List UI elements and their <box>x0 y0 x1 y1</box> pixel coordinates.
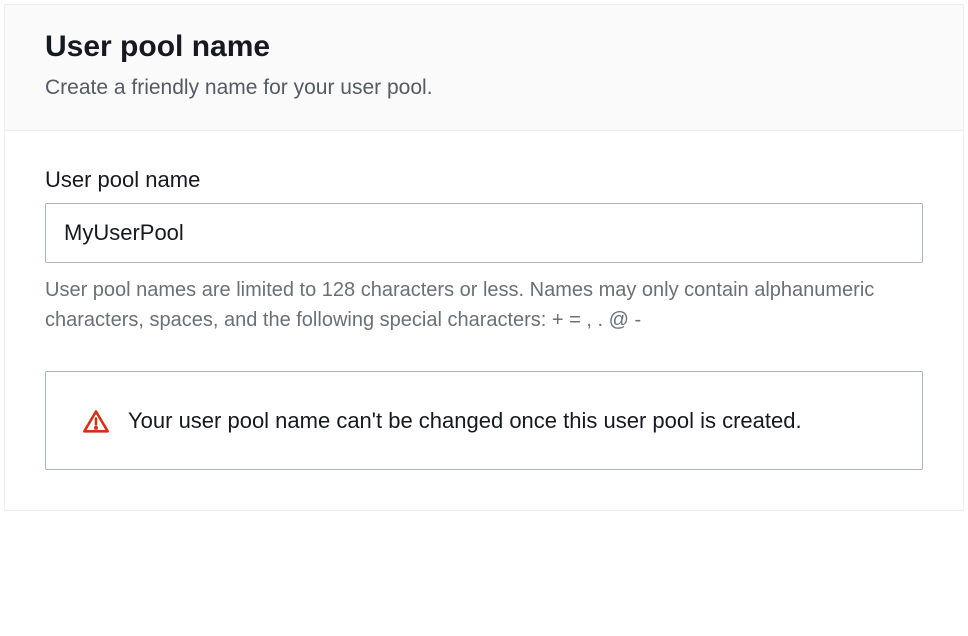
panel-title: User pool name <box>45 29 923 65</box>
immutable-name-warning: Your user pool name can't be changed onc… <box>45 371 923 470</box>
pool-name-label: User pool name <box>45 167 923 193</box>
panel-header: User pool name Create a friendly name fo… <box>5 5 963 131</box>
user-pool-name-panel: User pool name Create a friendly name fo… <box>4 4 964 511</box>
panel-subtitle: Create a friendly name for your user poo… <box>45 73 923 102</box>
pool-name-help-text: User pool names are limited to 128 chara… <box>45 275 923 335</box>
warning-message: Your user pool name can't be changed onc… <box>128 404 802 437</box>
pool-name-input[interactable] <box>45 203 923 263</box>
warning-icon <box>82 408 110 436</box>
panel-body: User pool name User pool names are limit… <box>5 131 963 510</box>
